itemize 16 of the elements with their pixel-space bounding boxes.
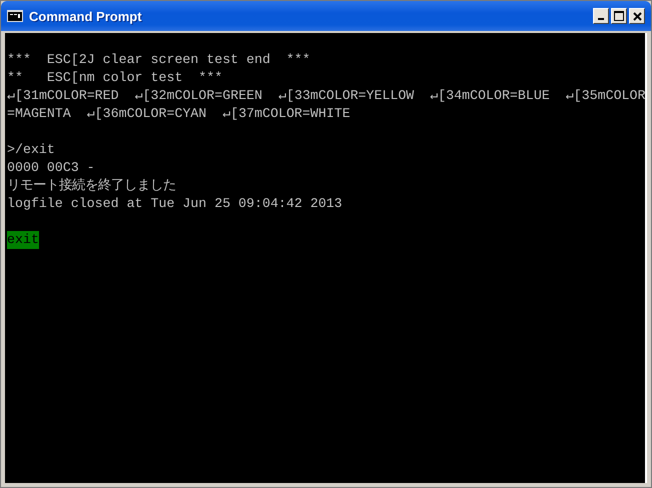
console-line: リモート接続を終了しました [7, 177, 176, 195]
console-line: ** ESC[nm color test *** [7, 69, 222, 87]
maximize-icon [614, 11, 624, 21]
close-icon [632, 12, 642, 20]
console-line: >/exit [7, 141, 55, 159]
console-line: 0000 00C3 - [7, 159, 95, 177]
window-title: Command Prompt [29, 8, 143, 24]
minimize-button[interactable] [593, 8, 609, 24]
console-line: *** ESC[2J clear screen test end *** [7, 51, 310, 69]
console-line: logfile closed at Tue Jun 25 09:04:42 2013 [7, 195, 342, 213]
console-icon [7, 10, 23, 22]
console-line: =MAGENTA ↵[36mCOLOR=CYAN ↵[37mCOLOR=WHITE [7, 105, 350, 123]
close-button[interactable] [629, 8, 645, 24]
maximize-button[interactable] [611, 8, 627, 24]
command-text: exit [7, 231, 39, 249]
console-line: ↵[31mCOLOR=RED ↵[32mCOLOR=GREEN ↵[33mCOLOR=YELLOW ↵[34mCOLOR=BLUE ↵[35mCOLOR [7, 87, 645, 105]
